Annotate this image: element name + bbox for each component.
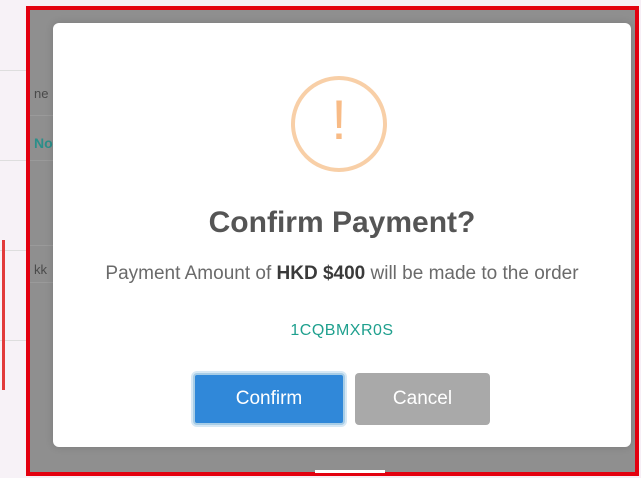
cancel-button[interactable]: Cancel bbox=[355, 373, 490, 425]
payment-amount: HKD $400 bbox=[276, 263, 366, 284]
exclamation-glyph: ! bbox=[331, 88, 347, 151]
background-row-text: kk bbox=[34, 262, 47, 277]
confirm-payment-dialog: ! Confirm Payment? Payment Amount of HKD… bbox=[53, 23, 631, 447]
background-row-link: No bbox=[34, 135, 53, 151]
annotation-mark bbox=[2, 240, 5, 390]
confirm-button[interactable]: Confirm bbox=[193, 373, 345, 425]
message-prefix: Payment Amount of bbox=[105, 263, 277, 284]
background-column-header: ne bbox=[34, 86, 49, 101]
message-suffix: will be made to the order bbox=[365, 263, 579, 284]
dialog-title: Confirm Payment? bbox=[208, 206, 476, 239]
dialog-message: Payment Amount of HKD $400 will be made … bbox=[93, 261, 591, 287]
order-code: 1CQBMXR0S bbox=[290, 322, 394, 339]
annotation-frame-gap bbox=[315, 470, 385, 473]
warning-exclamation-icon: ! bbox=[291, 76, 387, 172]
